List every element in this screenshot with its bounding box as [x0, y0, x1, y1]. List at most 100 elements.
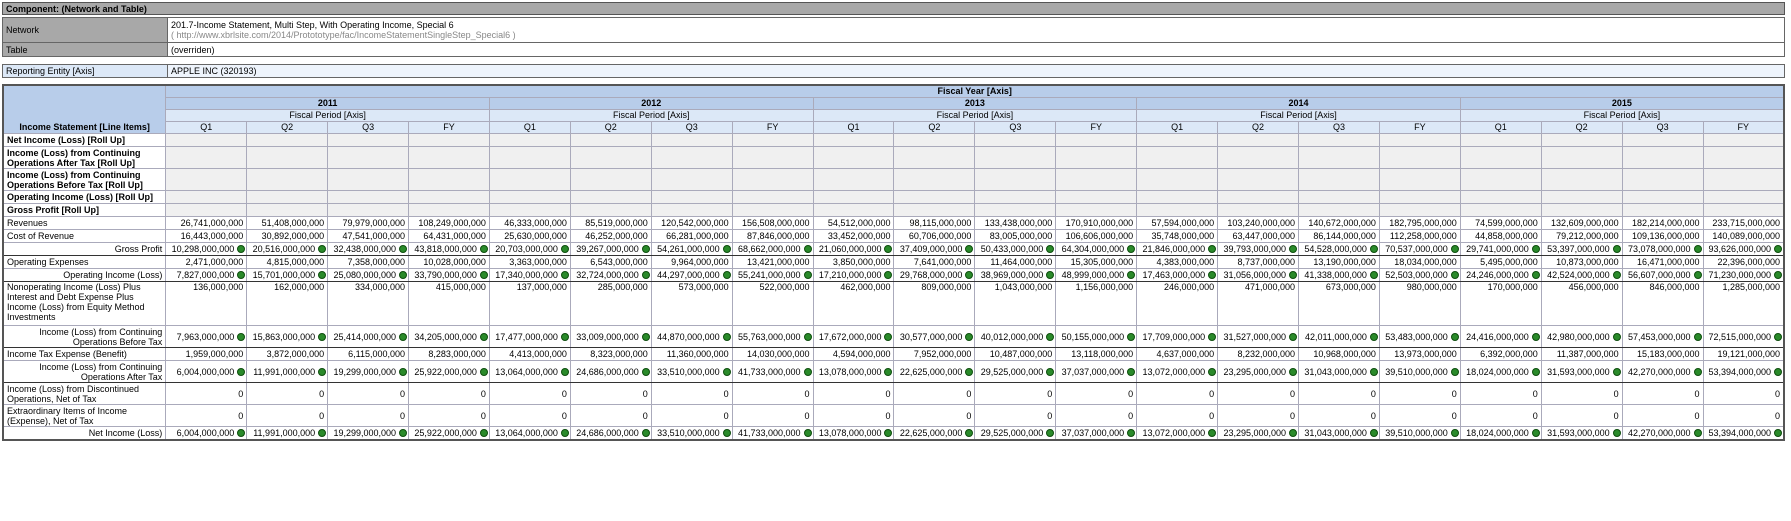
- fact-cell[interactable]: 54,512,000,000: [812, 216, 895, 230]
- fact-cell[interactable]: 3,850,000,000: [812, 255, 895, 269]
- fact-cell[interactable]: 17,210,000,000: [812, 268, 895, 282]
- validation-check-icon[interactable]: [237, 332, 246, 341]
- validation-check-icon[interactable]: [1208, 428, 1217, 437]
- fact-cell[interactable]: 44,870,000,000: [650, 325, 733, 348]
- validation-check-icon[interactable]: [965, 428, 974, 437]
- fact-cell[interactable]: 55,241,000,000: [731, 268, 814, 282]
- fact-cell[interactable]: [488, 203, 571, 217]
- fact-cell[interactable]: 43,818,000,000: [408, 242, 490, 256]
- fact-cell[interactable]: 50,433,000,000: [974, 242, 1057, 256]
- validation-check-icon[interactable]: [722, 332, 731, 341]
- fact-cell[interactable]: 137,000,000: [488, 281, 571, 326]
- fact-cell[interactable]: 29,768,000,000: [893, 268, 976, 282]
- fact-cell[interactable]: 6,004,000,000: [165, 360, 248, 383]
- fact-cell[interactable]: 42,524,000,000: [1540, 268, 1623, 282]
- fact-cell[interactable]: 1,959,000,000: [165, 347, 248, 361]
- fact-cell[interactable]: 33,009,000,000: [569, 325, 652, 348]
- fact-cell[interactable]: [731, 146, 814, 169]
- fact-cell[interactable]: [812, 133, 895, 147]
- fact-cell[interactable]: 0: [1621, 404, 1704, 427]
- fact-cell[interactable]: 0: [1217, 404, 1299, 427]
- fact-cell[interactable]: [1540, 133, 1623, 147]
- fact-cell[interactable]: 3,363,000,000: [488, 255, 571, 269]
- validation-check-icon[interactable]: [1450, 428, 1459, 437]
- fact-cell[interactable]: 22,625,000,000: [893, 426, 976, 440]
- fact-cell[interactable]: 415,000,000: [408, 281, 490, 326]
- fact-cell[interactable]: 41,733,000,000: [731, 426, 814, 440]
- validation-check-icon[interactable]: [641, 332, 650, 341]
- validation-check-icon[interactable]: [1531, 245, 1540, 253]
- validation-check-icon[interactable]: [1046, 332, 1055, 341]
- fact-cell[interactable]: 0: [1298, 404, 1380, 427]
- fact-cell[interactable]: [488, 168, 571, 191]
- fact-cell[interactable]: 24,246,000,000: [1459, 268, 1542, 282]
- fact-cell[interactable]: 60,706,000,000: [893, 229, 976, 243]
- fact-cell[interactable]: [327, 190, 410, 204]
- fact-cell[interactable]: 57,453,000,000: [1621, 325, 1704, 348]
- fact-cell[interactable]: 8,232,000,000: [1217, 347, 1299, 361]
- validation-check-icon[interactable]: [884, 271, 893, 279]
- fact-cell[interactable]: 13,078,000,000: [812, 360, 895, 383]
- fact-cell[interactable]: 37,409,000,000: [893, 242, 976, 256]
- fact-cell[interactable]: 31,527,000,000: [1217, 325, 1299, 348]
- fact-cell[interactable]: [974, 190, 1057, 204]
- fact-cell[interactable]: 39,510,000,000: [1378, 426, 1461, 440]
- fact-cell[interactable]: 37,037,000,000: [1055, 360, 1138, 383]
- fact-cell[interactable]: 4,413,000,000: [488, 347, 571, 361]
- fact-cell[interactable]: 38,969,000,000: [974, 268, 1057, 282]
- fact-cell[interactable]: 11,360,000,000: [650, 347, 733, 361]
- fact-cell[interactable]: 53,483,000,000: [1378, 325, 1461, 348]
- fact-cell[interactable]: [1621, 190, 1704, 204]
- fact-cell[interactable]: 46,333,000,000: [488, 216, 571, 230]
- fact-cell[interactable]: [1378, 203, 1461, 217]
- fact-cell[interactable]: 0: [1702, 404, 1785, 427]
- fact-cell[interactable]: 0: [1459, 404, 1542, 427]
- validation-check-icon[interactable]: [1289, 271, 1297, 279]
- validation-check-icon[interactable]: [560, 245, 569, 253]
- fact-cell[interactable]: [408, 133, 490, 147]
- validation-check-icon[interactable]: [560, 271, 569, 279]
- fact-cell[interactable]: [1298, 168, 1380, 191]
- fact-cell[interactable]: [408, 190, 490, 204]
- fact-cell[interactable]: [246, 190, 329, 204]
- fact-cell[interactable]: 182,214,000,000: [1621, 216, 1704, 230]
- fact-cell[interactable]: [731, 190, 814, 204]
- fact-cell[interactable]: 246,000,000: [1136, 281, 1219, 326]
- fact-cell[interactable]: 20,703,000,000: [488, 242, 571, 256]
- fact-cell[interactable]: 0: [1055, 382, 1138, 405]
- validation-check-icon[interactable]: [1531, 428, 1540, 437]
- fact-cell[interactable]: 72,515,000,000: [1702, 325, 1785, 348]
- validation-check-icon[interactable]: [399, 245, 408, 253]
- validation-check-icon[interactable]: [722, 245, 731, 253]
- fact-cell[interactable]: 980,000,000: [1378, 281, 1461, 326]
- fact-cell[interactable]: 85,519,000,000: [569, 216, 652, 230]
- fact-cell[interactable]: 31,043,000,000: [1298, 360, 1380, 383]
- validation-check-icon[interactable]: [722, 271, 731, 279]
- fact-cell[interactable]: 462,000,000: [812, 281, 895, 326]
- fact-cell[interactable]: 0: [569, 382, 652, 405]
- validation-check-icon[interactable]: [479, 271, 488, 279]
- fact-cell[interactable]: 54,261,000,000: [650, 242, 733, 256]
- fact-cell[interactable]: 39,793,000,000: [1217, 242, 1299, 256]
- fact-cell[interactable]: 55,763,000,000: [731, 325, 814, 348]
- fact-cell[interactable]: [893, 190, 976, 204]
- network-url[interactable]: ( http://www.xbrlsite.com/2014/Protototy…: [171, 30, 1781, 40]
- validation-check-icon[interactable]: [1289, 332, 1297, 341]
- fact-cell[interactable]: 0: [812, 404, 895, 427]
- fact-cell[interactable]: [731, 203, 814, 217]
- fact-cell[interactable]: 0: [1459, 382, 1542, 405]
- fact-cell[interactable]: 33,510,000,000: [650, 360, 733, 383]
- fact-cell[interactable]: 74,599,000,000: [1459, 216, 1542, 230]
- validation-check-icon[interactable]: [1450, 332, 1459, 341]
- fact-cell[interactable]: 52,503,000,000: [1378, 268, 1461, 282]
- fact-cell[interactable]: [1055, 146, 1138, 169]
- fact-cell[interactable]: [1136, 146, 1219, 169]
- fact-cell[interactable]: 24,686,000,000: [569, 360, 652, 383]
- fact-cell[interactable]: [1378, 168, 1461, 191]
- validation-check-icon[interactable]: [399, 428, 408, 437]
- fact-cell[interactable]: [1217, 168, 1299, 191]
- fact-cell[interactable]: [1217, 203, 1299, 217]
- fact-cell[interactable]: [812, 203, 895, 217]
- fact-cell[interactable]: 285,000,000: [569, 281, 652, 326]
- fact-cell[interactable]: [893, 133, 976, 147]
